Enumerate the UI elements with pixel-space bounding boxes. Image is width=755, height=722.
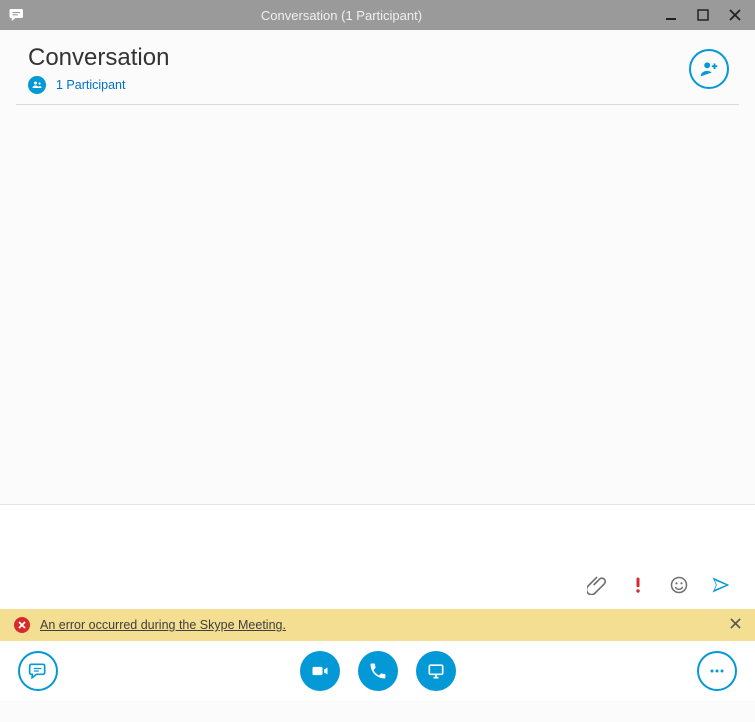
app-icon	[8, 6, 26, 24]
video-button[interactable]	[300, 651, 340, 691]
error-close-icon[interactable]	[730, 616, 741, 634]
important-icon[interactable]	[629, 575, 647, 595]
minimize-button[interactable]	[657, 3, 685, 27]
window-title: Conversation (1 Participant)	[26, 8, 657, 23]
send-icon[interactable]	[711, 575, 731, 595]
window-controls	[657, 3, 749, 27]
participant-row[interactable]: 1 Participant	[28, 76, 689, 94]
error-notification: An error occurred during the Skype Meeti…	[0, 609, 755, 641]
conversation-title: Conversation	[28, 44, 689, 72]
maximize-button[interactable]	[689, 3, 717, 27]
present-button[interactable]	[416, 651, 456, 691]
bottom-toolbar	[0, 641, 755, 701]
title-bar: Conversation (1 Participant)	[0, 0, 755, 30]
message-input-area[interactable]	[0, 504, 755, 609]
emoji-icon[interactable]	[669, 575, 689, 595]
error-message[interactable]: An error occurred during the Skype Meeti…	[40, 618, 286, 632]
error-icon	[14, 617, 30, 633]
conversation-body	[0, 105, 755, 504]
call-button[interactable]	[358, 651, 398, 691]
participants-icon	[28, 76, 46, 94]
participant-count: 1 Participant	[56, 78, 125, 92]
conversation-header: Conversation 1 Participant	[0, 30, 755, 104]
chat-button[interactable]	[18, 651, 58, 691]
more-options-button[interactable]	[697, 651, 737, 691]
input-toolbar	[587, 575, 731, 595]
add-participant-button[interactable]	[689, 49, 729, 89]
attach-icon[interactable]	[587, 575, 607, 595]
close-button[interactable]	[721, 3, 749, 27]
